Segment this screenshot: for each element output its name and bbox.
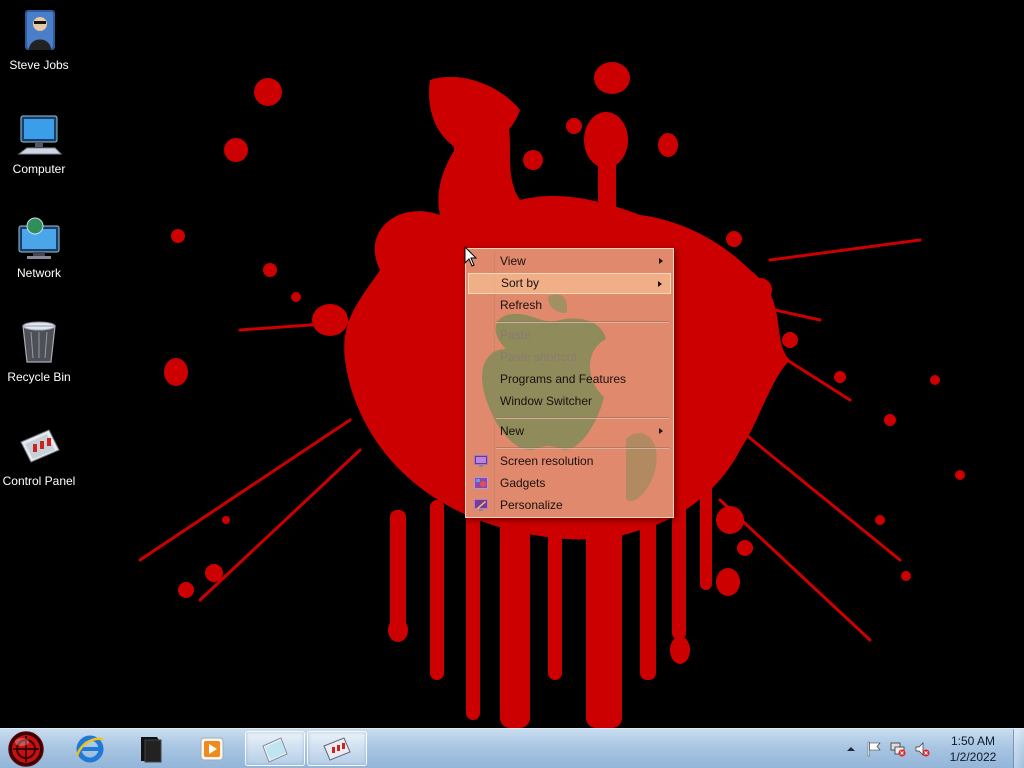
menu-item-gadgets[interactable]: Gadgets <box>468 473 671 494</box>
menu-item-label: Screen resolution <box>500 454 594 468</box>
menu-item-label: Sort by <box>501 276 540 290</box>
menu-item-label: Refresh <box>500 298 543 312</box>
volume-muted-icon[interactable] <box>914 741 930 757</box>
taskbar[interactable]: 1:50 AM 1/2/2022 <box>0 728 1024 768</box>
network-error-icon[interactable] <box>890 741 906 757</box>
menu-item-paste[interactable]: Paste <box>468 325 671 346</box>
menu-item-label: Paste shortcut <box>500 350 577 364</box>
desktop-icon-label: Computer <box>12 162 66 176</box>
desktop-icon-label: Network <box>16 266 61 280</box>
menu-item-label: Programs and Features <box>500 372 627 386</box>
desktop-icon-label: Steve Jobs <box>9 58 69 72</box>
submenu-arrow-icon <box>658 281 662 287</box>
user-folder-icon <box>25 10 55 50</box>
menu-separator <box>496 417 669 419</box>
menu-item-new[interactable]: New <box>468 421 671 442</box>
media-player-icon <box>200 737 224 760</box>
clock-time: 1:50 AM <box>950 734 996 748</box>
taskbar-media-player[interactable] <box>182 731 242 766</box>
network-icon <box>18 217 60 259</box>
menu-item-paste-shortcut[interactable]: Paste shortcut <box>468 347 671 368</box>
desktop-context-menu[interactable]: View Sort by Refresh Paste Paste shortcu… <box>465 248 674 518</box>
desktop-icon-control-panel[interactable]: Control Panel <box>0 422 78 488</box>
submenu-arrow-icon <box>659 428 663 434</box>
taskbar-notepad[interactable] <box>245 731 305 766</box>
desktop-icon-recycle-bin[interactable]: Recycle Bin <box>0 318 78 384</box>
menu-item-sort-by[interactable]: Sort by <box>468 273 671 294</box>
control-panel-icon <box>323 736 351 761</box>
recycle-bin-icon <box>22 321 56 363</box>
taskbar-clock[interactable]: 1:50 AM 1/2/2022 <box>938 733 1008 765</box>
show-desktop-button[interactable] <box>1013 729 1024 768</box>
folder-icon <box>141 736 162 762</box>
desktop-icon-network[interactable]: Network <box>0 214 78 280</box>
show-hidden-icons-chevron[interactable] <box>843 741 859 757</box>
internet-explorer-icon <box>75 735 104 762</box>
menu-item-personalize[interactable]: Personalize <box>468 495 671 516</box>
menu-item-label: Window Switcher <box>500 394 593 408</box>
menu-item-programs-and-features[interactable]: Programs and Features <box>468 369 671 390</box>
notepad-icon <box>262 736 288 763</box>
menu-item-view[interactable]: View <box>468 251 671 272</box>
action-center-flag-icon[interactable] <box>866 741 882 757</box>
submenu-arrow-icon <box>659 258 663 264</box>
start-orb-icon[interactable] <box>6 730 46 768</box>
menu-item-screen-resolution[interactable]: Screen resolution <box>468 451 671 472</box>
menu-item-label: Personalize <box>500 498 563 512</box>
desktop-icon-label: Control Panel <box>2 474 76 488</box>
taskbar-control-panel[interactable] <box>307 731 367 766</box>
screen-resolution-icon <box>474 455 488 467</box>
menu-item-label: Gadgets <box>500 476 546 490</box>
desktop[interactable]: Steve Jobs Computer Network Recycle Bin <box>0 0 1024 728</box>
computer-icon <box>17 115 63 155</box>
menu-item-window-switcher[interactable]: Window Switcher <box>468 391 671 412</box>
menu-item-refresh[interactable]: Refresh <box>468 295 671 316</box>
taskbar-folder[interactable] <box>120 731 180 766</box>
desktop-icon-steve-jobs[interactable]: Steve Jobs <box>0 6 78 72</box>
menu-item-label: New <box>500 424 525 438</box>
taskbar-internet-explorer[interactable] <box>60 731 120 766</box>
personalize-icon <box>474 499 488 511</box>
gadgets-icon <box>474 477 488 489</box>
clock-date: 1/2/2022 <box>949 750 997 764</box>
menu-separator <box>496 321 669 323</box>
mouse-cursor-icon <box>464 246 478 267</box>
desktop-icon-label: Recycle Bin <box>7 370 71 384</box>
control-panel-icon <box>20 429 60 463</box>
menu-separator <box>496 447 669 449</box>
menu-item-label: Paste <box>500 328 531 342</box>
menu-item-label: View <box>500 254 526 268</box>
desktop-icon-computer[interactable]: Computer <box>0 110 78 176</box>
